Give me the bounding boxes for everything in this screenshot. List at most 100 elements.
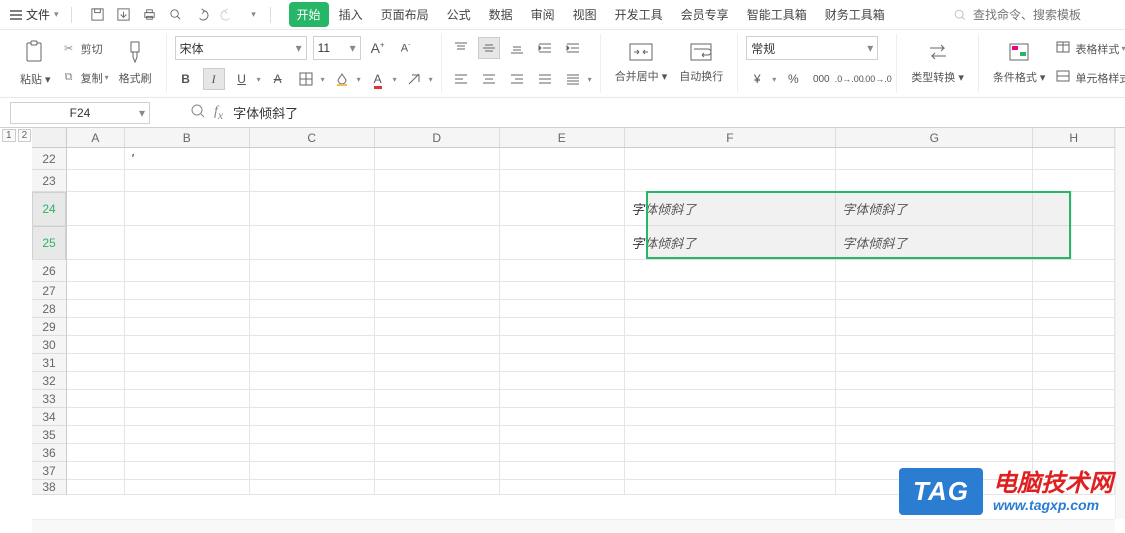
cell[interactable] [250, 318, 375, 335]
cell[interactable] [375, 372, 500, 389]
cell[interactable]: 字体倾斜了 [625, 192, 836, 225]
decrease-decimal-button[interactable]: .00→.0 [866, 68, 888, 90]
cell[interactable] [625, 282, 836, 299]
cell[interactable] [250, 426, 375, 443]
row-header[interactable]: 29 [32, 318, 66, 336]
cell[interactable] [1033, 480, 1115, 494]
row-header[interactable]: 38 [32, 480, 66, 495]
cell[interactable] [375, 426, 500, 443]
cell[interactable] [500, 318, 625, 335]
cell[interactable] [250, 444, 375, 461]
orientation-button[interactable] [562, 68, 584, 90]
cell[interactable] [67, 282, 125, 299]
cell[interactable] [375, 170, 500, 191]
cell[interactable] [250, 226, 375, 259]
chevron-down-icon[interactable]: ▾ [244, 5, 264, 25]
cell[interactable] [1033, 372, 1115, 389]
comma-button[interactable]: 000 [810, 68, 832, 90]
qat-print-icon[interactable] [140, 5, 160, 25]
fx-icon[interactable]: fx [214, 104, 223, 122]
cell[interactable] [375, 408, 500, 425]
cell[interactable] [625, 480, 836, 494]
cell[interactable]: 字体倾斜了 [836, 226, 1033, 259]
cell[interactable] [836, 390, 1033, 407]
cell[interactable] [375, 444, 500, 461]
increase-indent-button[interactable] [562, 37, 584, 59]
tab-start[interactable]: 开始 [289, 2, 329, 27]
cell[interactable] [125, 226, 250, 259]
cell-style-button[interactable]: 单元格样式 ▾ [1051, 66, 1125, 90]
format-painter-button[interactable]: 格式刷 [113, 34, 158, 92]
cell[interactable] [67, 336, 125, 353]
tab-smart[interactable]: 智能工具箱 [739, 2, 815, 27]
cell[interactable] [500, 192, 625, 225]
row-header[interactable]: 26 [32, 260, 66, 282]
cell[interactable] [67, 192, 125, 225]
cell[interactable] [250, 300, 375, 317]
cell[interactable] [625, 390, 836, 407]
cell[interactable] [125, 426, 250, 443]
justify-button[interactable] [534, 68, 556, 90]
cell[interactable] [500, 260, 625, 281]
cell[interactable] [375, 226, 500, 259]
row-header[interactable]: 35 [32, 426, 66, 444]
tab-layout[interactable]: 页面布局 [373, 2, 437, 27]
cell[interactable] [836, 426, 1033, 443]
cell[interactable] [500, 426, 625, 443]
align-bottom-button[interactable] [506, 37, 528, 59]
font-family-select[interactable]: 宋体▾ [175, 36, 307, 60]
cell[interactable] [125, 390, 250, 407]
fill-color-button[interactable] [331, 68, 353, 90]
cell[interactable] [125, 318, 250, 335]
cell[interactable] [500, 444, 625, 461]
column-header[interactable]: E [500, 128, 625, 147]
cell[interactable] [67, 426, 125, 443]
align-top-button[interactable] [450, 37, 472, 59]
cell[interactable] [1033, 444, 1115, 461]
column-header[interactable]: D [375, 128, 500, 147]
cell[interactable] [836, 336, 1033, 353]
strikethrough-button[interactable]: A [267, 68, 289, 90]
cell[interactable] [625, 426, 836, 443]
cell[interactable] [125, 372, 250, 389]
row-header[interactable]: 24 [32, 192, 66, 226]
row-header[interactable]: 30 [32, 336, 66, 354]
select-all-corner[interactable] [32, 128, 67, 148]
cell[interactable] [500, 408, 625, 425]
cell[interactable] [125, 192, 250, 225]
cell[interactable] [625, 260, 836, 281]
search-input[interactable] [971, 7, 1111, 23]
copy-button[interactable]: ⧉复制 ▾ [57, 66, 113, 90]
cell[interactable] [375, 300, 500, 317]
cell[interactable] [375, 336, 500, 353]
tab-review[interactable]: 审阅 [523, 2, 563, 27]
row-header[interactable]: 23 [32, 170, 66, 192]
cell[interactable] [625, 148, 836, 169]
cell[interactable] [1033, 226, 1115, 259]
horizontal-scrollbar[interactable] [32, 519, 1115, 533]
cell[interactable] [125, 336, 250, 353]
cell[interactable] [125, 354, 250, 371]
cell[interactable] [500, 480, 625, 494]
name-box[interactable]: F24 ▾ [10, 102, 150, 124]
cell[interactable] [250, 408, 375, 425]
cell[interactable] [250, 170, 375, 191]
decrease-font-button[interactable]: A- [395, 37, 417, 59]
cell[interactable] [625, 318, 836, 335]
cell[interactable] [67, 390, 125, 407]
cell[interactable] [500, 462, 625, 479]
table-style-button[interactable]: 表格样式 ▾ [1051, 37, 1125, 61]
cell[interactable] [1033, 282, 1115, 299]
row-header[interactable]: 27 [32, 282, 66, 300]
cell[interactable] [625, 444, 836, 461]
row-header[interactable]: 22 [32, 148, 66, 170]
column-header[interactable]: C [250, 128, 375, 147]
cell[interactable] [500, 390, 625, 407]
type-convert-button[interactable]: 类型转换 ▾ [905, 34, 970, 92]
cell[interactable] [67, 480, 125, 494]
cell[interactable] [125, 480, 250, 494]
cell[interactable] [500, 354, 625, 371]
tab-formula[interactable]: 公式 [439, 2, 479, 27]
row-header[interactable]: 32 [32, 372, 66, 390]
qat-undo-icon[interactable] [192, 5, 212, 25]
